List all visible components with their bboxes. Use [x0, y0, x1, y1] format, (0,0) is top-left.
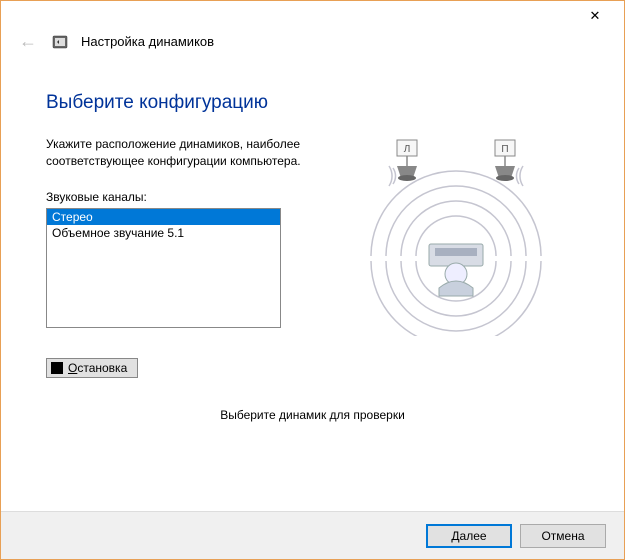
left-speaker-label: Л — [404, 144, 411, 155]
page-heading: Выберите конфигурацию — [46, 92, 579, 114]
stop-icon — [51, 362, 63, 374]
channels-listbox[interactable]: Стерео Объемное звучание 5.1 — [46, 208, 281, 328]
speaker-setup-icon — [51, 33, 69, 51]
footer: Далее Отмена — [1, 511, 624, 559]
right-column: Л П — [336, 136, 576, 378]
right-speaker-icon: П — [495, 140, 515, 181]
channel-option-stereo[interactable]: Стерео — [47, 209, 280, 225]
content-area: Выберите конфигурацию Укажите расположен… — [1, 62, 624, 432]
left-column: Укажите расположение динамиков, наиболее… — [46, 136, 336, 378]
close-icon[interactable]: ✕ — [580, 8, 610, 24]
left-speaker-icon: Л — [397, 140, 417, 181]
hint-text: Выберите динамик для проверки — [46, 408, 579, 422]
stop-button[interactable]: Остановка — [46, 358, 138, 378]
wizard-title: Настройка динамиков — [81, 34, 214, 49]
back-arrow-icon: ← — [19, 31, 39, 52]
right-speaker-label: П — [501, 144, 508, 155]
listener-icon — [429, 244, 483, 296]
speaker-layout-illustration: Л П — [351, 136, 561, 336]
next-button[interactable]: Далее — [426, 524, 512, 548]
description-text: Укажите расположение динамиков, наиболее… — [46, 136, 336, 170]
wizard-header: ← Настройка динамиков — [1, 31, 624, 62]
titlebar: ✕ — [1, 1, 624, 31]
channel-option-surround[interactable]: Объемное звучание 5.1 — [47, 225, 280, 241]
channels-label: Звуковые каналы: — [46, 190, 336, 204]
cancel-button[interactable]: Отмена — [520, 524, 606, 548]
